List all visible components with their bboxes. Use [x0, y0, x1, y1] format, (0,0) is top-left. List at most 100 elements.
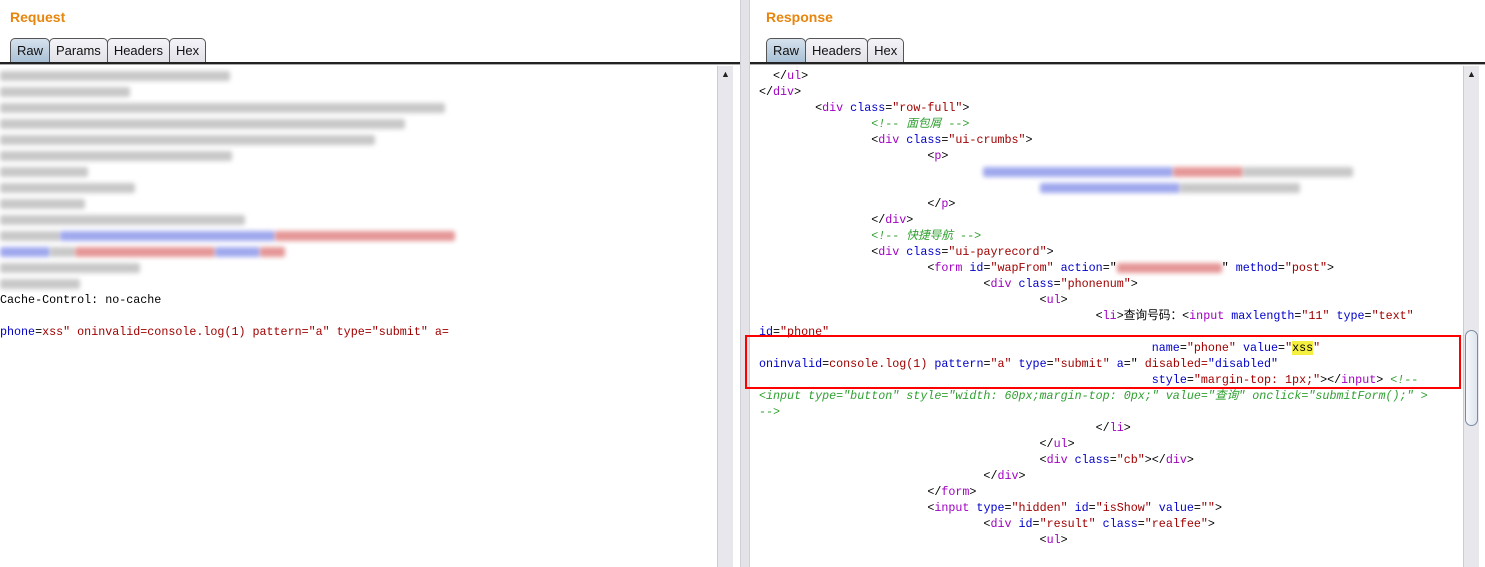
- code-token: <input type="button" style="width: 60px;…: [759, 389, 1428, 403]
- code-token: =: [1137, 517, 1145, 531]
- code-token: >: [1046, 245, 1054, 259]
- request-raw-editor[interactable]: Cache-Control: no-cache phone=xss" oninva…: [0, 66, 722, 567]
- code-line: <div class="row-full">: [759, 98, 1467, 115]
- code-token: =: [1088, 501, 1096, 515]
- code-token: ul: [1046, 293, 1061, 307]
- code-token: <: [759, 149, 935, 163]
- scroll-up-arrow-icon[interactable]: ▲: [1464, 66, 1479, 82]
- code-token: <: [759, 133, 879, 147]
- code-token: oninvalid: [759, 357, 823, 371]
- response-tab-raw[interactable]: Raw: [766, 38, 807, 63]
- code-token: </: [759, 437, 1054, 451]
- code-line: <div class="ui-crumbs">: [759, 130, 1467, 147]
- code-token: class: [843, 101, 886, 115]
- code-line: [0, 178, 722, 194]
- code-token: "ui-payrecord": [948, 245, 1047, 259]
- split-pane-divider[interactable]: [740, 0, 750, 567]
- code-token: >: [1376, 373, 1391, 387]
- request-tab-raw[interactable]: Raw: [10, 38, 51, 63]
- code-token: "phone": [1186, 341, 1236, 355]
- code-token: </: [759, 213, 886, 227]
- code-token: =: [1364, 309, 1372, 323]
- request-tab-headers[interactable]: Headers: [106, 38, 170, 63]
- code-token: =: [1032, 517, 1040, 531]
- tab-divider: [750, 62, 1485, 65]
- code-token: console.log(1): [829, 357, 928, 371]
- redacted-text: [0, 278, 80, 289]
- code-token: class: [1011, 277, 1054, 291]
- code-token: div: [878, 245, 900, 259]
- code-token: =: [1278, 341, 1286, 355]
- code-token: >: [1060, 533, 1068, 547]
- code-token: =: [1186, 373, 1194, 387]
- code-token: ": [1221, 261, 1229, 275]
- redacted-text: [215, 246, 260, 257]
- request-tab-hex[interactable]: Hex: [168, 38, 207, 63]
- code-token: ": [1313, 341, 1321, 355]
- code-line: -->: [759, 402, 1467, 419]
- code-token: ul: [1053, 437, 1068, 451]
- code-token: >: [941, 149, 949, 163]
- code-token: </: [759, 197, 942, 211]
- code-line: <!-- 快捷导航 -->: [759, 226, 1467, 243]
- code-token: >: [1130, 277, 1138, 291]
- code-token: class: [899, 245, 942, 259]
- code-token: div: [822, 101, 844, 115]
- code-line: id="phone": [759, 322, 1467, 339]
- code-token: <: [759, 261, 935, 275]
- code-line: name="phone" value="xss": [759, 338, 1467, 355]
- code-line: <input type="button" style="width: 60px;…: [759, 386, 1467, 403]
- code-token: div: [878, 133, 900, 147]
- code-token: "row-full": [892, 101, 963, 115]
- code-line: </ul>: [759, 66, 1467, 83]
- code-token: div: [997, 469, 1019, 483]
- code-token: class: [1067, 453, 1110, 467]
- scroll-up-arrow-icon[interactable]: ▲: [718, 66, 733, 82]
- request-scrollbar[interactable]: ▲: [717, 66, 733, 567]
- code-token: style: [1151, 373, 1187, 387]
- code-token: "isShow": [1095, 501, 1152, 515]
- code-token: class: [1095, 517, 1138, 531]
- code-token: "hidden": [1011, 501, 1068, 515]
- redacted-text: [0, 86, 130, 97]
- request-tabs: Raw Params Headers Hex: [10, 38, 207, 63]
- code-token: </: [759, 421, 1110, 435]
- scrollbar-thumb[interactable]: [1465, 330, 1478, 426]
- code-token: div: [885, 213, 907, 227]
- code-token: >: [1207, 517, 1215, 531]
- code-line: </ul>: [759, 434, 1467, 451]
- code-token: <: [759, 293, 1047, 307]
- code-line: <li>查询号码：<input maxlength="11" type="tex…: [759, 306, 1467, 323]
- code-line: [0, 146, 722, 162]
- code-token: >: [969, 485, 977, 499]
- code-token: action: [1053, 261, 1103, 275]
- code-line: [0, 194, 722, 210]
- code-token: method: [1228, 261, 1278, 275]
- response-raw-viewer[interactable]: </ul> </div> <div class="row-full"> <!-- …: [759, 66, 1467, 567]
- request-tab-params[interactable]: Params: [49, 38, 108, 63]
- code-token: <: [759, 533, 1047, 547]
- code-token: >: [794, 85, 802, 99]
- code-line: [0, 130, 722, 146]
- response-tab-hex[interactable]: Hex: [867, 38, 905, 63]
- code-token: li: [1109, 421, 1124, 435]
- response-scrollbar[interactable]: ▲: [1463, 66, 1479, 567]
- code-token: id: [962, 261, 984, 275]
- code-token: value: [1151, 501, 1194, 515]
- code-line: <form id="wapFrom" action=" " method="pos…: [759, 258, 1467, 275]
- redacted-text: [275, 230, 455, 241]
- code-token: ul: [1046, 533, 1061, 547]
- code-line: [0, 210, 722, 226]
- code-token: >: [1123, 421, 1131, 435]
- code-token: Cache-Control: no-cache: [0, 293, 162, 307]
- response-tab-headers[interactable]: Headers: [805, 38, 869, 63]
- code-line: [0, 66, 722, 82]
- code-token: =: [1004, 501, 1012, 515]
- code-line: Cache-Control: no-cache: [0, 290, 722, 307]
- code-token: >: [1018, 469, 1026, 483]
- code-token: </: [759, 469, 998, 483]
- request-title: Request: [10, 9, 66, 25]
- redacted-text: [1039, 182, 1180, 193]
